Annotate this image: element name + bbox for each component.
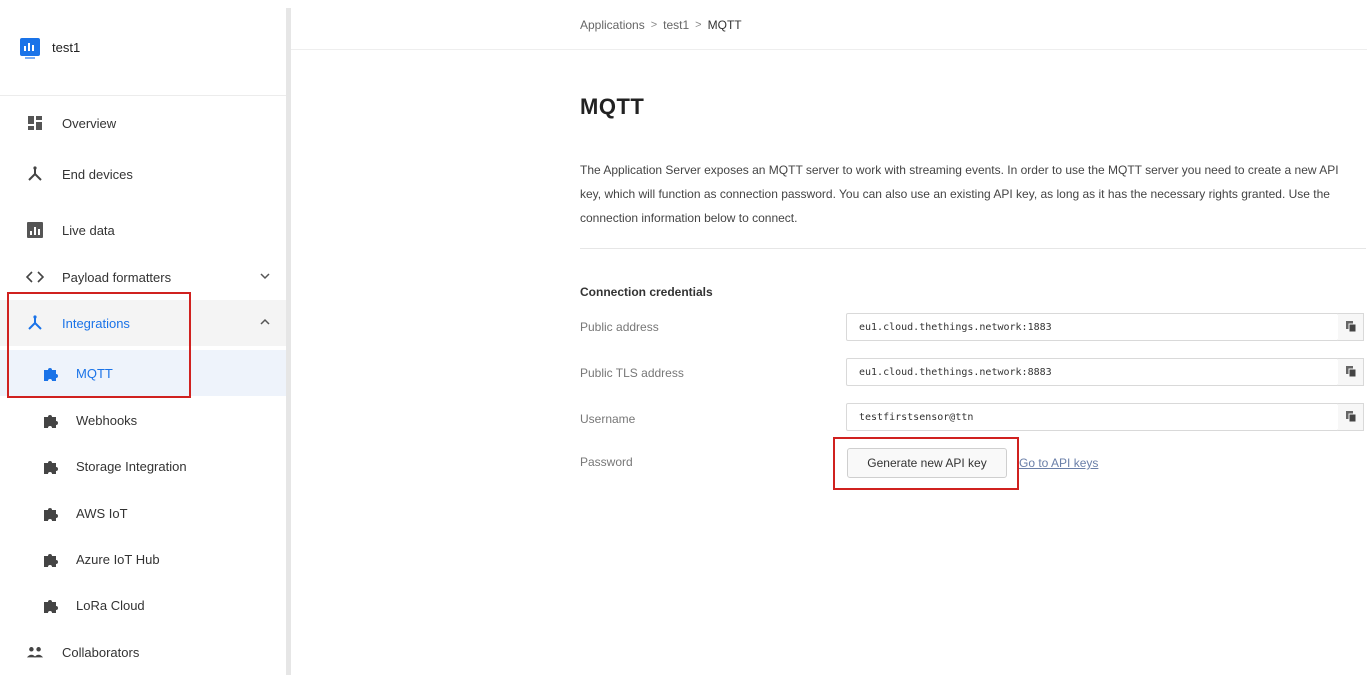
end-devices-icon [26, 165, 44, 183]
copy-icon [1345, 320, 1356, 335]
puzzle-icon [42, 411, 60, 429]
sidebar-item-label: Collaborators [62, 644, 140, 660]
sidebar-item-aws-iot[interactable]: AWS IoT [0, 490, 288, 536]
section-title: Connection credentials [580, 285, 713, 299]
sidebar-item-live-data[interactable]: Live data [0, 207, 288, 253]
sidebar-item-label: Azure IoT Hub [76, 551, 160, 567]
app-logo-icon [20, 38, 40, 59]
username-field[interactable]: testfirstsensor@ttn [846, 403, 1339, 431]
sidebar-item-azure-iot-hub[interactable]: Azure IoT Hub [0, 536, 288, 582]
password-label: Password [580, 455, 633, 469]
breadcrumb: Applications > test1 > MQTT [580, 18, 742, 32]
highlight-box [833, 437, 1019, 490]
public-address-label: Public address [580, 320, 659, 334]
sidebar-item-label: AWS IoT [76, 505, 128, 521]
public-tls-address-field[interactable]: eu1.cloud.thethings.network:8883 [846, 358, 1339, 386]
copy-public-tls-address-button[interactable] [1338, 358, 1364, 386]
puzzle-icon [42, 504, 60, 522]
highlight-box [7, 292, 191, 398]
sidebar: test1 Overview End devices Live data Pay… [0, 0, 288, 675]
sidebar-item-label: Live data [62, 222, 115, 238]
sidebar-item-label: End devices [62, 166, 133, 182]
public-tls-address-label: Public TLS address [580, 366, 684, 380]
sidebar-item-overview[interactable]: Overview [0, 100, 288, 146]
copy-icon [1345, 365, 1356, 380]
overview-icon [26, 114, 44, 132]
sidebar-item-storage-integration[interactable]: Storage Integration [0, 443, 288, 489]
sidebar-divider [286, 8, 291, 675]
sidebar-item-label: Payload formatters [62, 269, 172, 285]
collaborators-icon [26, 643, 44, 661]
username-label: Username [580, 412, 636, 426]
code-icon [26, 268, 44, 286]
go-to-api-keys-link[interactable]: Go to API keys [1019, 456, 1098, 470]
sidebar-item-label: Webhooks [76, 412, 138, 428]
page-description: The Application Server exposes an MQTT s… [580, 163, 1339, 225]
app-header: test1 [0, 0, 288, 96]
live-data-icon [26, 221, 44, 239]
sidebar-item-label: Storage Integration [76, 458, 187, 474]
breadcrumb-item-current: MQTT [707, 18, 742, 32]
copy-public-address-button[interactable] [1338, 313, 1364, 341]
sidebar-item-webhooks[interactable]: Webhooks [0, 397, 288, 443]
page-title: MQTT [580, 94, 645, 119]
sidebar-item-label: LoRa Cloud [76, 597, 145, 613]
sidebar-item-label: Overview [62, 115, 117, 131]
sidebar-item-end-devices[interactable]: End devices [0, 151, 288, 197]
puzzle-icon [42, 457, 60, 475]
sidebar-item-lora-cloud[interactable]: LoRa Cloud [0, 582, 288, 628]
sidebar-item-collaborators[interactable]: Collaborators [0, 629, 288, 675]
public-address-field[interactable]: eu1.cloud.thethings.network:1883 [846, 313, 1339, 341]
breadcrumb-separator-icon: > [695, 19, 702, 31]
chevron-down-icon[interactable] [260, 271, 270, 283]
chevron-up-icon[interactable] [260, 317, 270, 329]
copy-username-button[interactable] [1338, 403, 1364, 431]
puzzle-icon [42, 596, 60, 614]
puzzle-icon [42, 550, 60, 568]
breadcrumb-item-application[interactable]: test1 [663, 18, 689, 32]
divider [580, 248, 1366, 249]
breadcrumb-bar [291, 0, 1367, 50]
breadcrumb-separator-icon: > [650, 19, 658, 31]
app-name[interactable]: test1 [52, 40, 80, 55]
copy-icon [1345, 410, 1356, 425]
breadcrumb-item-applications[interactable]: Applications [580, 18, 645, 32]
